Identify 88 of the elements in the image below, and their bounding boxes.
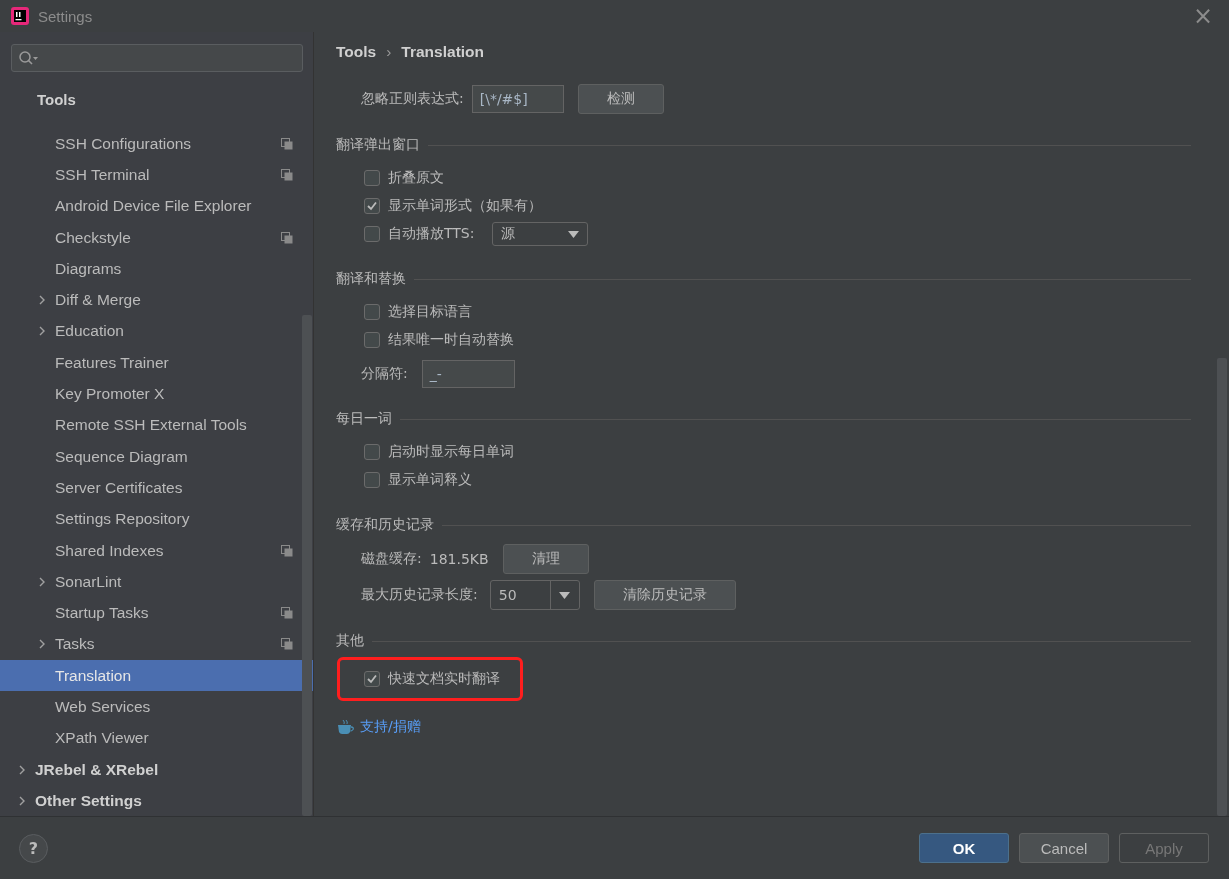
section-title: 其他 bbox=[336, 632, 364, 650]
checkbox[interactable] bbox=[364, 170, 380, 186]
action-button[interactable]: 检测 bbox=[577, 84, 664, 114]
check-icon bbox=[366, 200, 378, 212]
chevron-icon bbox=[18, 795, 26, 806]
checkbox-label: 快速文档实时翻译 bbox=[388, 670, 500, 688]
chevron-icon bbox=[38, 639, 46, 650]
checkbox[interactable] bbox=[364, 332, 380, 348]
info-label: 磁盘缓存: bbox=[361, 550, 422, 568]
checkbox[interactable] bbox=[364, 444, 380, 460]
donate-link[interactable]: 支持/捐赠 bbox=[360, 718, 421, 736]
sidebar-item[interactable]: Startup Tasks bbox=[0, 597, 313, 629]
copy-icon bbox=[281, 544, 293, 557]
dropdown-arrow-icon bbox=[559, 591, 571, 599]
checkbox[interactable] bbox=[364, 304, 380, 320]
checkbox-label: 折叠原文 bbox=[388, 169, 444, 187]
scrollbar-thumb[interactable] bbox=[302, 315, 312, 816]
dropdown[interactable]: 源 bbox=[492, 222, 589, 246]
checkbox-label: 结果唯一时自动替换 bbox=[388, 331, 514, 349]
checkbox-label: 显示单词形式（如果有） bbox=[388, 197, 542, 215]
input-field[interactable]: [\*/#$] bbox=[471, 85, 564, 113]
close-button[interactable]: × bbox=[1188, 6, 1217, 26]
sidebar-item[interactable]: Tasks bbox=[0, 628, 313, 661]
app-logo-icon bbox=[10, 6, 30, 26]
breadcrumb-item[interactable]: Translation bbox=[401, 43, 485, 61]
action-button[interactable]: 清理 bbox=[502, 544, 589, 574]
field-label: 最大历史记录长度: bbox=[361, 586, 478, 604]
breadcrumb-separator: › bbox=[386, 43, 392, 61]
sidebar-item[interactable]: Web Services bbox=[0, 691, 313, 723]
sidebar-item[interactable]: Diff & Merge bbox=[0, 284, 313, 316]
section-header[interactable]: Tools bbox=[0, 85, 301, 113]
dialog-button[interactable]: Cancel bbox=[1019, 833, 1109, 863]
checkbox[interactable] bbox=[364, 671, 380, 687]
checkbox-label: 显示单词释义 bbox=[388, 471, 472, 489]
dropdown-arrow-icon bbox=[568, 230, 580, 238]
sidebar-item[interactable]: SSH Terminal bbox=[0, 159, 313, 191]
checkbox[interactable] bbox=[364, 472, 380, 488]
chevron-icon bbox=[38, 295, 46, 306]
field-label: 分隔符: bbox=[361, 365, 408, 383]
action-button[interactable]: 清除历史记录 bbox=[593, 580, 736, 610]
sidebar-item[interactable]: Checkstyle bbox=[0, 221, 313, 254]
info-value: 181.5KB bbox=[429, 551, 489, 567]
checkbox-label: 自动播放TTS: bbox=[388, 225, 475, 243]
copy-icon bbox=[281, 137, 293, 150]
checkbox[interactable] bbox=[364, 198, 380, 214]
search-field[interactable] bbox=[11, 44, 303, 72]
section-title: 缓存和历史记录 bbox=[336, 516, 434, 534]
sidebar-item[interactable]: Education bbox=[0, 315, 313, 348]
cup-icon bbox=[336, 719, 354, 735]
sidebar-item[interactable]: Key Promoter X bbox=[0, 378, 313, 410]
dropdown-value: 源 bbox=[501, 225, 516, 243]
copy-icon bbox=[281, 607, 293, 620]
chevron-icon bbox=[38, 326, 46, 337]
help-button[interactable]: ? bbox=[19, 833, 48, 863]
sidebar-item[interactable]: SSH Configurations bbox=[0, 128, 313, 160]
chevron-icon bbox=[18, 764, 26, 775]
chevron-icon bbox=[38, 576, 46, 587]
copy-icon bbox=[281, 231, 293, 244]
checkbox-label: 启动时显示每日单词 bbox=[388, 443, 514, 461]
sidebar-item[interactable]: JRebel & XRebel bbox=[0, 753, 313, 786]
field-label: 忽略正则表达式: bbox=[361, 90, 464, 108]
sidebar-item[interactable]: SonarLint bbox=[0, 566, 313, 598]
sidebar-item[interactable]: Other Settings bbox=[0, 785, 313, 816]
sidebar-item[interactable]: Remote SSH External Tools bbox=[0, 409, 313, 441]
sidebar-item[interactable]: Settings Repository bbox=[0, 503, 313, 535]
input-field[interactable]: _- bbox=[421, 360, 515, 388]
search-icon bbox=[18, 50, 40, 66]
checkbox-label: 选择目标语言 bbox=[388, 303, 472, 321]
sidebar-item[interactable]: Android Device File Explorer bbox=[0, 190, 313, 222]
sidebar-item[interactable]: Features Trainer bbox=[0, 347, 313, 379]
sidebar-item[interactable]: Translation bbox=[0, 660, 313, 692]
section-title: 翻译和替换 bbox=[336, 270, 406, 288]
dialog-button[interactable]: OK bbox=[919, 833, 1009, 863]
check-icon bbox=[366, 673, 378, 685]
sidebar-item[interactable]: Shared Indexes bbox=[0, 534, 313, 567]
copy-icon bbox=[281, 638, 293, 651]
combo-box[interactable]: 50 bbox=[489, 580, 580, 610]
copy-icon bbox=[281, 168, 293, 181]
sidebar-item[interactable]: XPath Viewer bbox=[0, 722, 313, 754]
section-title: 每日一词 bbox=[336, 410, 392, 428]
sidebar-item[interactable]: Sequence Diagram bbox=[0, 440, 313, 473]
checkbox[interactable] bbox=[364, 226, 380, 242]
window-title: Settings bbox=[38, 7, 94, 25]
scrollbar-thumb[interactable] bbox=[1217, 358, 1227, 816]
breadcrumb-item[interactable]: Tools bbox=[336, 43, 377, 61]
section-title: 翻译弹出窗口 bbox=[336, 136, 420, 154]
sidebar-item[interactable]: Diagrams bbox=[0, 253, 313, 285]
sidebar-item[interactable]: Server Certificates bbox=[0, 472, 313, 504]
